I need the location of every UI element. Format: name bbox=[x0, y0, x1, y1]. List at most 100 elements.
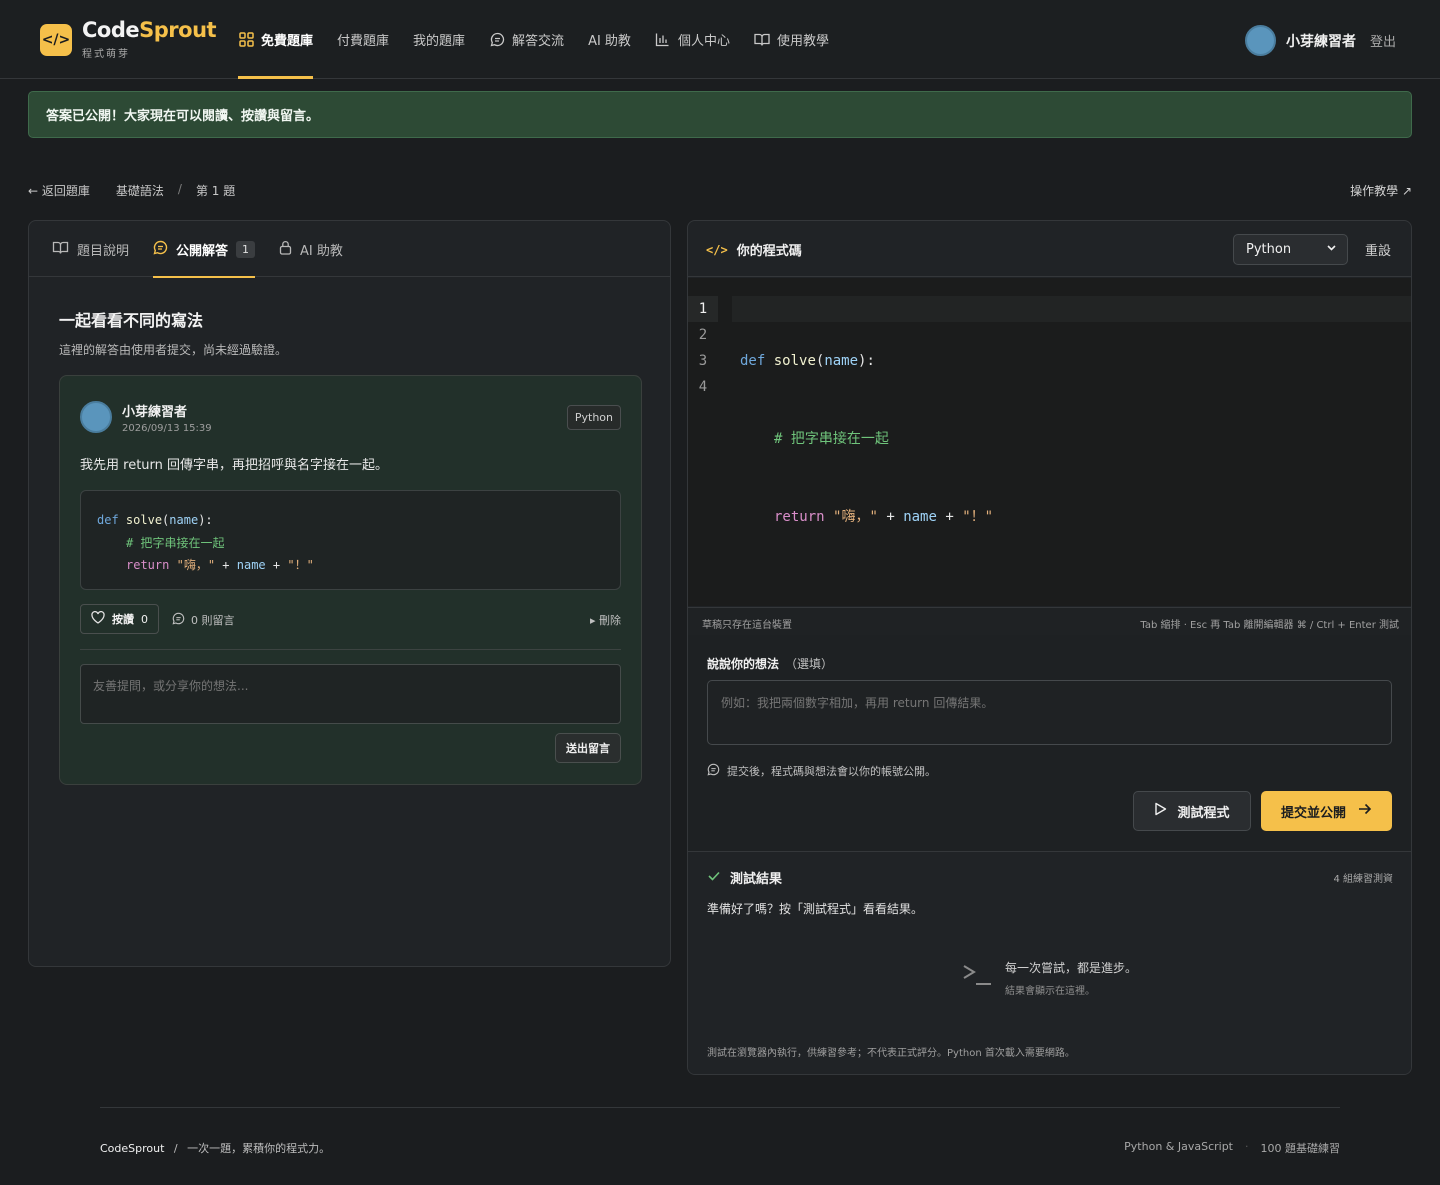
logout-button[interactable]: 登出 bbox=[1370, 31, 1396, 50]
code-param: name bbox=[169, 513, 199, 527]
top-header: </> CodeSprout 程式萌芽 免費題庫 付費題庫 我的題庫 解答交流 … bbox=[0, 0, 1440, 79]
nav-my-problems[interactable]: 我的題庫 bbox=[413, 0, 465, 79]
code-punct: ): bbox=[198, 513, 213, 527]
line-number: 4 bbox=[698, 379, 708, 395]
nav-label: 付費題庫 bbox=[337, 34, 390, 49]
publish-hint: 提交後，程式碼與想法會以你的帳號公開。 bbox=[707, 763, 936, 779]
breadcrumb-separator: / bbox=[177, 182, 182, 196]
nav-label: 解答交流 bbox=[512, 34, 565, 49]
check-icon bbox=[708, 870, 720, 885]
tab-label: 題目說明 bbox=[77, 243, 130, 259]
arrow-right-icon bbox=[1358, 803, 1372, 819]
notes-input[interactable] bbox=[707, 680, 1392, 745]
nav-label: 個人中心 bbox=[677, 34, 730, 49]
footer-right: Python & JavaScript · 100 題基礎練習 bbox=[1124, 1140, 1340, 1156]
language-select-value: Python bbox=[1246, 242, 1292, 257]
user-area: 小芽練習者 登出 bbox=[1244, 25, 1396, 56]
nav-solutions[interactable]: 解答交流 bbox=[489, 0, 564, 79]
code-keyword: return bbox=[126, 558, 170, 572]
brand-subtitle: 程式萌芽 bbox=[82, 49, 130, 60]
footer-brand: CodeSprout bbox=[100, 1142, 165, 1155]
logo-glyph: </> bbox=[41, 32, 71, 48]
chat-icon bbox=[707, 763, 720, 779]
draft-notice: 草稿只存在這台裝置 bbox=[702, 620, 792, 631]
code-operator: + bbox=[886, 509, 895, 525]
nav-label: 我的題庫 bbox=[413, 34, 466, 49]
reset-button[interactable]: 重設 bbox=[1365, 240, 1391, 259]
book-icon bbox=[52, 240, 69, 259]
nav-ai-tutor[interactable]: AI 助教 bbox=[588, 0, 631, 79]
code-line: # 把字串接在一起 bbox=[740, 426, 993, 452]
code-editor[interactable]: 1 2 3 4 def solve(name): # 把字串接在一起 retur… bbox=[688, 278, 1411, 606]
comment-input[interactable] bbox=[80, 664, 621, 724]
empty-title: 每一次嘗試，都是進步。 bbox=[1005, 961, 1138, 975]
submit-label: 提交並公開 bbox=[1280, 805, 1346, 821]
brand[interactable]: CodeSprout 程式萌芽 bbox=[82, 18, 217, 60]
delete-button[interactable]: ▸ 刪除 bbox=[590, 612, 621, 628]
back-to-problems-link[interactable]: ← 返回題庫 bbox=[28, 182, 90, 199]
code-operator: + bbox=[945, 509, 954, 525]
terminal-prompt-icon bbox=[961, 962, 993, 994]
status-banner: 答案已公開！大家現在可以閱讀、按讚與留言。 bbox=[28, 91, 1412, 138]
breadcrumb-category[interactable]: 基礎語法 bbox=[116, 182, 164, 199]
code-variable: name bbox=[236, 558, 266, 572]
problem-panel: 題目說明 公開解答 1 AI 助教 一起看看不同的寫法 這裡的解答由使用者提交，… bbox=[28, 220, 671, 967]
tab-description[interactable]: 題目說明 bbox=[52, 221, 129, 277]
lock-icon bbox=[279, 240, 292, 259]
tab-ai-tutor[interactable]: AI 助教 bbox=[279, 221, 343, 277]
results-ready-text: 準備好了嗎？按「測試程式」看看結果。 bbox=[707, 902, 924, 916]
code-line: # 把字串接在一起 bbox=[97, 532, 604, 555]
results-empty-state: 每一次嘗試，都是進步。 結果會顯示在這裡。 bbox=[961, 959, 1137, 997]
code-function: solve bbox=[773, 353, 816, 369]
bar-chart-icon bbox=[655, 32, 671, 48]
code-line: return "嗨，" + name + "！" bbox=[740, 504, 993, 530]
run-tests-button[interactable]: 測試程式 bbox=[1133, 791, 1251, 831]
like-button[interactable]: 按讚 0 bbox=[80, 604, 159, 634]
like-count: 0 bbox=[141, 612, 148, 626]
book-icon bbox=[754, 32, 770, 48]
results-title-text: 測試結果 bbox=[730, 872, 783, 887]
tutorial-link[interactable]: 操作教學 ↗ bbox=[1350, 182, 1412, 199]
like-label: 按讚 bbox=[112, 613, 134, 626]
code-operator: + bbox=[272, 558, 281, 572]
editor-status-bar: 草稿只存在這台裝置 Tab 縮排 · Esc 再 Tab 離開編輯器 ⌘ / C… bbox=[688, 607, 1411, 635]
nav-paid-problems[interactable]: 付費題庫 bbox=[337, 0, 389, 79]
section-description: 這裡的解答由使用者提交，尚未經過驗證。 bbox=[59, 343, 288, 357]
results-footnote: 測試在瀏覽器內執行，供練習參考；不代表正式評分。Python 首次載入需要網路。 bbox=[707, 1048, 1075, 1059]
code-comment: # 把字串接在一起 bbox=[126, 535, 225, 550]
run-tests-label: 測試程式 bbox=[1177, 805, 1230, 821]
code-string: "！" bbox=[287, 558, 314, 572]
chat-icon bbox=[489, 32, 505, 48]
user-name[interactable]: 小芽練習者 bbox=[1286, 31, 1356, 51]
code-string: "嗨，" bbox=[833, 509, 878, 525]
line-numbers: 1 2 3 4 bbox=[688, 296, 718, 400]
test-results: 測試結果 4 組練習測資 準備好了嗎？按「測試程式」看看結果。 每一次嘗試，都是… bbox=[688, 851, 1411, 1074]
code-content[interactable]: def solve(name): # 把字串接在一起 return "嗨，" +… bbox=[740, 296, 993, 660]
empty-subtitle: 結果會顯示在這裡。 bbox=[1005, 986, 1095, 997]
send-comment-button[interactable]: 送出留言 bbox=[555, 733, 621, 763]
tab-public-solutions[interactable]: 公開解答 1 bbox=[153, 221, 256, 278]
footer-left: CodeSprout / 一次一題，累積你的程式力。 bbox=[100, 1140, 330, 1156]
editor-panel: </> 你的程式碼 Python 重設 1 2 3 4 def solve(na… bbox=[687, 220, 1412, 1075]
main-nav: 免費題庫 付費題庫 我的題庫 解答交流 AI 助教 個人中心 使用教學 bbox=[238, 0, 853, 79]
brand-name-part1: Code bbox=[82, 18, 140, 42]
language-select[interactable]: Python bbox=[1233, 234, 1348, 265]
comment-count[interactable]: 0 則留言 bbox=[172, 612, 235, 628]
nav-tutorial[interactable]: 使用教學 bbox=[754, 0, 829, 79]
nav-free-problems[interactable]: 免費題庫 bbox=[238, 0, 314, 79]
notes-label-text: 說說你的想法 bbox=[707, 657, 780, 671]
notes-label: 說說你的想法 （選填） bbox=[707, 655, 833, 672]
nav-profile[interactable]: 個人中心 bbox=[655, 0, 730, 79]
nav-label: 免費題庫 bbox=[261, 34, 314, 49]
code-keyword: return bbox=[774, 509, 825, 525]
chevron-down-icon bbox=[1326, 242, 1337, 256]
footer-separator: / bbox=[173, 1142, 178, 1155]
submit-publish-button[interactable]: 提交並公開 bbox=[1261, 791, 1392, 831]
avatar[interactable] bbox=[1244, 25, 1276, 56]
logo-icon[interactable]: </> bbox=[40, 24, 72, 56]
code-variable: name bbox=[903, 509, 937, 525]
code-function: solve bbox=[125, 513, 163, 527]
code-param: name bbox=[824, 353, 859, 369]
problem-tabs: 題目說明 公開解答 1 AI 助教 bbox=[29, 221, 670, 278]
